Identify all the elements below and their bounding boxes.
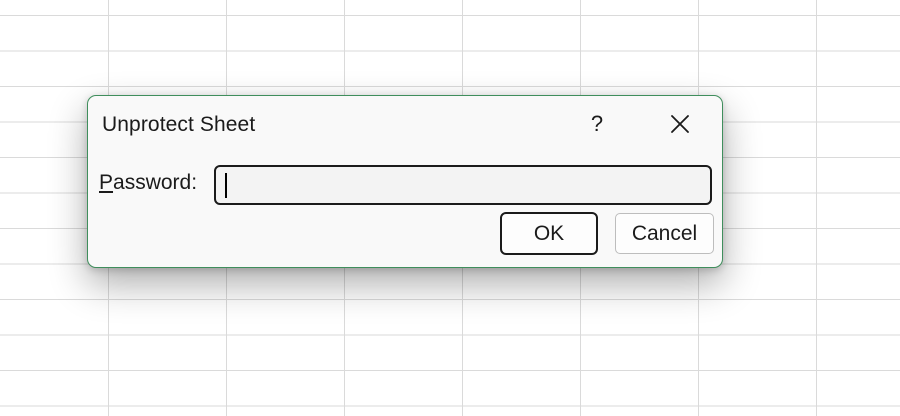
- close-icon: [671, 115, 689, 133]
- password-label-text: assword:: [113, 171, 198, 194]
- ok-button[interactable]: OK: [500, 212, 598, 255]
- unprotect-sheet-dialog: Unprotect Sheet ? Password: OK Cancel: [87, 95, 723, 268]
- cancel-button[interactable]: Cancel: [615, 213, 714, 254]
- password-label: Password:: [99, 171, 197, 195]
- password-label-accelerator: P: [99, 171, 114, 194]
- dialog-title: Unprotect Sheet: [102, 113, 256, 136]
- text-caret: [225, 173, 227, 198]
- close-button[interactable]: [660, 106, 700, 142]
- password-input[interactable]: [214, 165, 712, 205]
- help-button[interactable]: ?: [578, 106, 616, 142]
